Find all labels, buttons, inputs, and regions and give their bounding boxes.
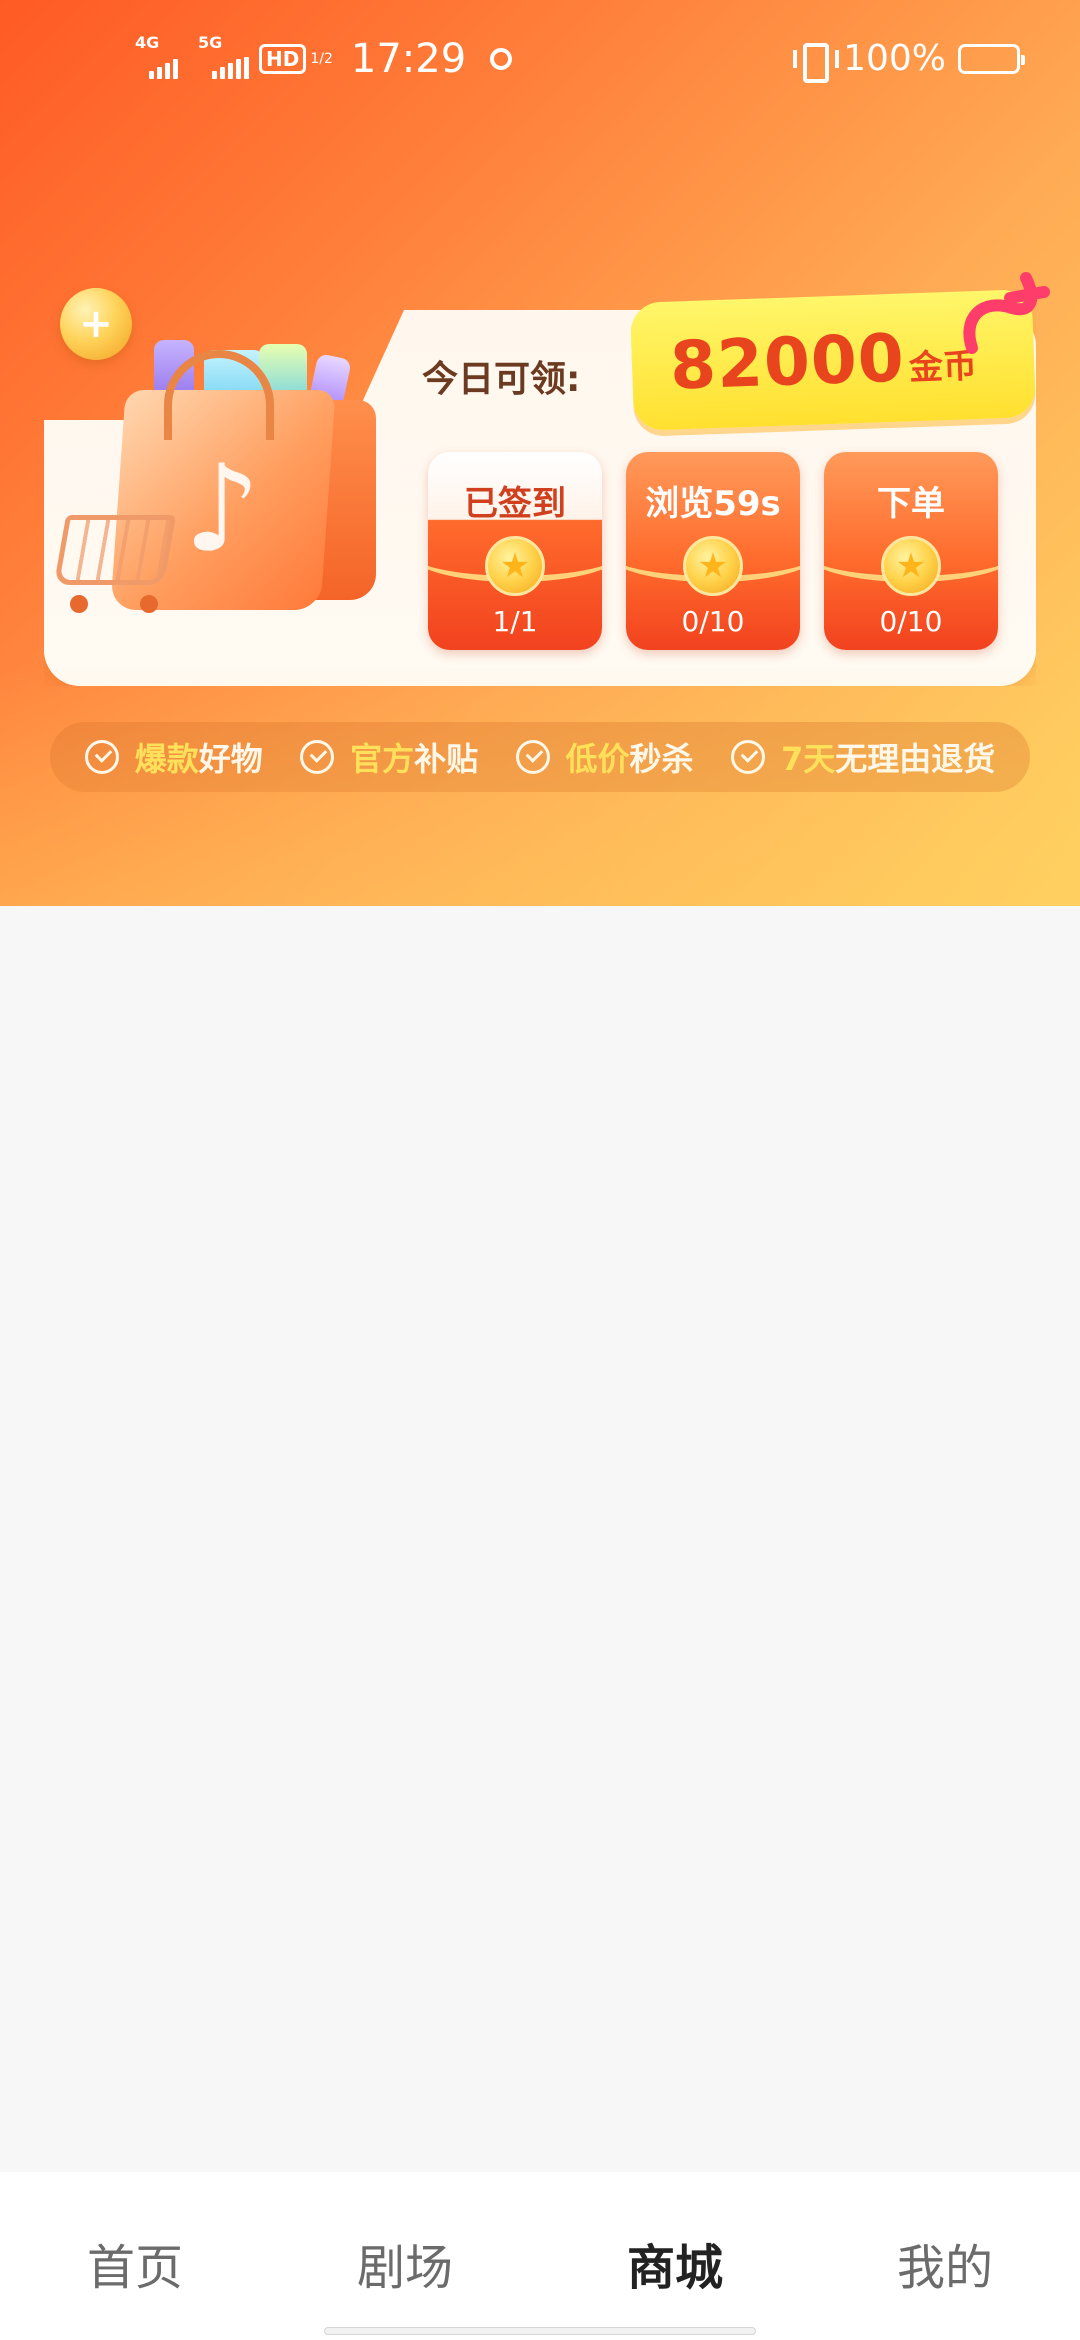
hd-sub-label: 1/2 [310,51,333,67]
hero-banner: 4G 5G HD 1/2 17:29 100% + ♪ 今日可领: 82000 … [0,0,1080,906]
task-browse[interactable]: 浏览59s ★ 0/10 [626,452,800,650]
music-note-icon: ♪ [184,440,261,579]
task-order[interactable]: 下单 ★ 0/10 [824,452,998,650]
today-claimable-label: 今日可领: [422,359,581,400]
battery-icon [958,43,1025,74]
status-bar: 4G 5G HD 1/2 17:29 100% [0,0,1080,120]
hd-voice-icon: HD [259,44,307,74]
task-progress: 1/1 [492,605,538,638]
benefit-text: 无理由退货 [835,740,996,778]
benefits-bar: 爆款 好物 官方 补贴 低价 秒杀 7天 无理由退货 [50,722,1030,792]
shopping-cart-icon [40,505,177,615]
nav-theater[interactable]: 剧场 [305,2228,505,2298]
benefit-text: 好物 [198,740,263,778]
ribbon-hook-icon [963,272,1050,354]
battery-percent: 100% [843,38,946,79]
check-circle-icon [515,740,550,774]
task-list: 已签到 ★ 1/1 浏览59s ★ 0/10 下单 ★ 0/10 [428,452,998,650]
check-circle-icon [84,740,119,774]
signal-icon-2: 5G [198,33,249,79]
status-left: 4G 5G HD 1/2 17:29 [135,33,513,82]
benefit-highlight: 爆款 [134,740,199,778]
nav-mine[interactable]: 我的 [845,2228,1045,2298]
benefit-item: 官方 补贴 [300,734,478,780]
star-coin-icon: ★ [485,536,545,596]
data-saver-icon [490,48,513,70]
content-area [0,906,1080,2172]
network-label-2: 5G [198,33,223,52]
shopping-bag-illustration: ♪ [34,330,394,660]
bottom-nav: 首页 剧场 商城 我的 [0,2172,1080,2340]
task-signin[interactable]: 已签到 ★ 1/1 [428,452,602,650]
star-coin-icon: ★ [683,536,743,596]
vibrate-icon [793,41,840,83]
star-coin-icon: ★ [881,536,941,596]
home-indicator[interactable] [324,2327,756,2335]
benefit-highlight: 低价 [565,740,630,778]
benefit-text: 秒杀 [629,740,694,778]
check-circle-icon [300,740,335,774]
benefit-item: 低价 秒杀 [515,734,694,780]
network-label-1: 4G [135,33,160,52]
signal-icon: 4G [135,33,178,79]
benefit-highlight: 7天 [780,740,836,778]
benefit-highlight: 官方 [350,740,415,778]
benefit-item: 爆款 好物 [84,734,263,780]
clock: 17:29 [350,36,467,82]
nav-mall[interactable]: 商城 [575,2228,775,2298]
task-progress: 0/10 [879,605,943,638]
status-right: 100% [793,38,1025,83]
task-progress: 0/10 [681,605,745,638]
benefit-item: 7天 无理由退货 [730,734,996,780]
benefit-text: 补贴 [414,740,479,778]
mall-page: 4G 5G HD 1/2 17:29 100% + ♪ 今日可领: 82000 … [0,0,1080,2340]
check-circle-icon [730,740,765,774]
nav-home[interactable]: 首页 [35,2228,235,2298]
coin-amount: 82000 [668,319,906,405]
